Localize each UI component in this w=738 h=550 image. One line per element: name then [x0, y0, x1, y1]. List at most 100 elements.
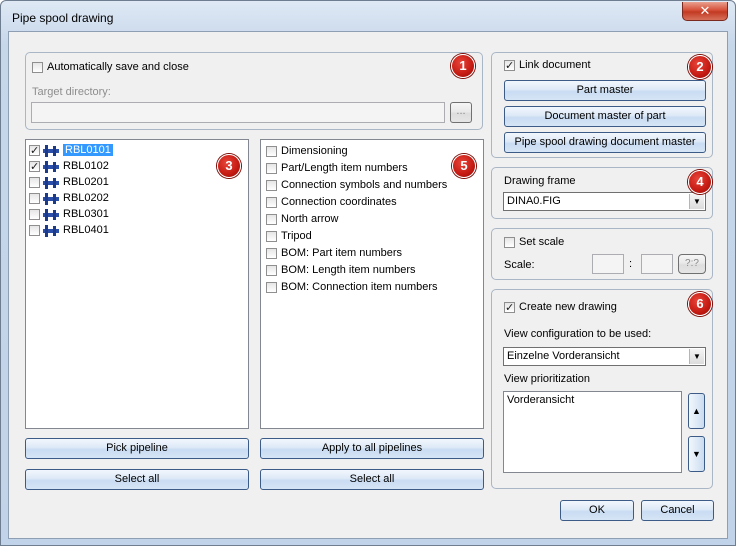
view-prioritization-list[interactable]: Vorderansicht [503, 391, 682, 473]
pipeline-label: RBL0102 [63, 160, 109, 172]
pipeline-icon [43, 144, 59, 157]
new-drawing-group: Create new drawing View configuration to… [491, 289, 713, 489]
move-down-button[interactable]: ▼ [688, 436, 705, 472]
pipeline-icon [43, 192, 59, 205]
drawing-frame-label: Drawing frame [504, 175, 576, 187]
pipeline-icon [43, 160, 59, 173]
drawing-option-item[interactable]: Part/Length item numbers [266, 160, 408, 177]
pick-pipeline-button[interactable]: Pick pipeline [25, 438, 249, 459]
view-priority-item[interactable]: Vorderansicht [507, 394, 678, 406]
pipeline-checkbox[interactable] [29, 177, 40, 188]
ok-button[interactable]: OK [560, 500, 634, 521]
options-select-all-button[interactable]: Select all [260, 469, 484, 490]
drawing-option-label: BOM: Length item numbers [281, 264, 416, 276]
pipeline-label: RBL0201 [63, 176, 109, 188]
link-document-checkbox-row[interactable]: Link document [504, 57, 591, 75]
auto-save-checkbox-row[interactable]: Automatically save and close [32, 59, 189, 76]
view-config-label: View configuration to be used: [504, 328, 652, 340]
drawing-option-checkbox[interactable] [266, 197, 277, 208]
pipeline-list-item[interactable]: RBL0201 [29, 174, 109, 191]
pipeline-checkbox[interactable] [29, 209, 40, 220]
drawing-options-list[interactable]: Dimensioning Part/Length item numbers Conn… [260, 139, 484, 429]
callout-badge-3: 3 [217, 154, 241, 178]
scale-denominator-input[interactable] [641, 254, 673, 274]
callout-badge-5: 5 [452, 154, 476, 178]
chevron-down-icon[interactable]: ▼ [689, 349, 704, 364]
drawing-option-checkbox[interactable] [266, 146, 277, 157]
drawing-option-item[interactable]: Connection symbols and numbers [266, 177, 447, 194]
drawing-option-item[interactable]: Tripod [266, 228, 312, 245]
window-title: Pipe spool drawing [12, 11, 114, 25]
scale-ratio-button[interactable]: ?:? [678, 254, 706, 274]
cancel-button[interactable]: Cancel [641, 500, 714, 521]
callout-badge-6: 6 [688, 292, 712, 316]
close-button[interactable]: ✕ [682, 2, 728, 21]
pipeline-checkbox[interactable] [29, 225, 40, 236]
drawing-option-item[interactable]: Connection coordinates [266, 194, 397, 211]
pipeline-checkbox[interactable] [29, 193, 40, 204]
drawing-frame-select[interactable]: DINA0.FIG ▼ [503, 192, 706, 211]
pipeline-list-item[interactable]: RBL0102 [29, 158, 109, 176]
pipeline-label: RBL0202 [63, 192, 109, 204]
pipelines-select-all-button[interactable]: Select all [25, 469, 249, 490]
drawing-option-item[interactable]: BOM: Part item numbers [266, 245, 402, 262]
pipeline-list-item[interactable]: RBL0301 [29, 206, 109, 223]
arrow-down-icon: ▼ [692, 449, 701, 459]
browse-button[interactable]: ... [450, 102, 472, 123]
pipeline-checkbox[interactable] [29, 143, 40, 160]
move-up-button[interactable]: ▲ [688, 393, 705, 429]
pipeline-checkbox[interactable] [29, 159, 40, 176]
drawing-option-checkbox[interactable] [266, 180, 277, 191]
target-directory-input[interactable] [31, 102, 445, 123]
set-scale-checkbox[interactable] [504, 237, 515, 248]
drawing-option-item[interactable]: Dimensioning [266, 143, 348, 160]
drawing-option-item[interactable]: BOM: Connection item numbers [266, 279, 438, 296]
pipeline-icon [43, 208, 59, 221]
pipeline-list-item[interactable]: RBL0401 [29, 222, 109, 239]
scale-separator: : [629, 258, 633, 270]
scale-group: Set scale Scale: : ?:? [491, 228, 713, 280]
create-new-drawing-label: Create new drawing [519, 301, 617, 313]
dialog-window: Pipe spool drawing ✕ Automatically save … [0, 0, 736, 546]
apply-to-all-pipelines-button[interactable]: Apply to all pipelines [260, 438, 484, 459]
view-prioritization-label: View prioritization [504, 373, 591, 385]
scale-numerator-input[interactable] [592, 254, 624, 274]
create-new-drawing-checkbox[interactable] [504, 300, 515, 317]
create-new-drawing-checkbox-row[interactable]: Create new drawing [504, 299, 617, 317]
link-document-group: Link document Part master Document maste… [491, 52, 713, 158]
drawing-option-label: North arrow [281, 213, 339, 225]
title-bar[interactable]: Pipe spool drawing ✕ [1, 1, 735, 31]
save-options-group: Automatically save and close Target dire… [25, 52, 483, 130]
set-scale-label: Set scale [519, 236, 565, 248]
pipeline-list-item[interactable]: RBL0202 [29, 190, 109, 207]
drawing-option-item[interactable]: North arrow [266, 211, 338, 228]
drawing-option-label: Dimensioning [281, 145, 348, 157]
dialog-client-area: Automatically save and close Target dire… [8, 31, 728, 539]
auto-save-checkbox[interactable] [32, 62, 43, 73]
auto-save-label: Automatically save and close [47, 61, 189, 73]
link-document-checkbox[interactable] [504, 58, 515, 75]
drawing-option-checkbox[interactable] [266, 248, 277, 259]
document-master-of-part-button[interactable]: Document master of part [504, 106, 706, 127]
drawing-option-checkbox[interactable] [266, 231, 277, 242]
drawing-option-item[interactable]: BOM: Length item numbers [266, 262, 416, 279]
pipeline-list-item[interactable]: RBL0101 [29, 142, 113, 160]
drawing-option-label: Connection symbols and numbers [281, 179, 448, 191]
drawing-option-checkbox[interactable] [266, 265, 277, 276]
chevron-down-icon[interactable]: ▼ [689, 194, 704, 209]
drawing-option-label: BOM: Part item numbers [281, 247, 403, 259]
drawing-frame-value: DINA0.FIG [507, 195, 561, 207]
spool-document-master-button[interactable]: Pipe spool drawing document master [504, 132, 706, 153]
drawing-frame-group: Drawing frame DINA0.FIG ▼ 4 [491, 167, 713, 219]
set-scale-checkbox-row[interactable]: Set scale [504, 234, 564, 251]
pipeline-label: RBL0101 [63, 144, 113, 156]
arrow-up-icon: ▲ [692, 406, 701, 416]
view-config-select[interactable]: Einzelne Vorderansicht ▼ [503, 347, 706, 366]
pipeline-label: RBL0401 [63, 224, 109, 236]
link-document-label: Link document [519, 59, 591, 71]
drawing-option-checkbox[interactable] [266, 282, 277, 293]
drawing-option-checkbox[interactable] [266, 214, 277, 225]
drawing-option-checkbox[interactable] [266, 163, 277, 174]
part-master-button[interactable]: Part master [504, 80, 706, 101]
pipeline-list[interactable]: RBL0101 RBL0102 RBL0201 RBL0202 RBL0301 RBL04… [25, 139, 249, 429]
